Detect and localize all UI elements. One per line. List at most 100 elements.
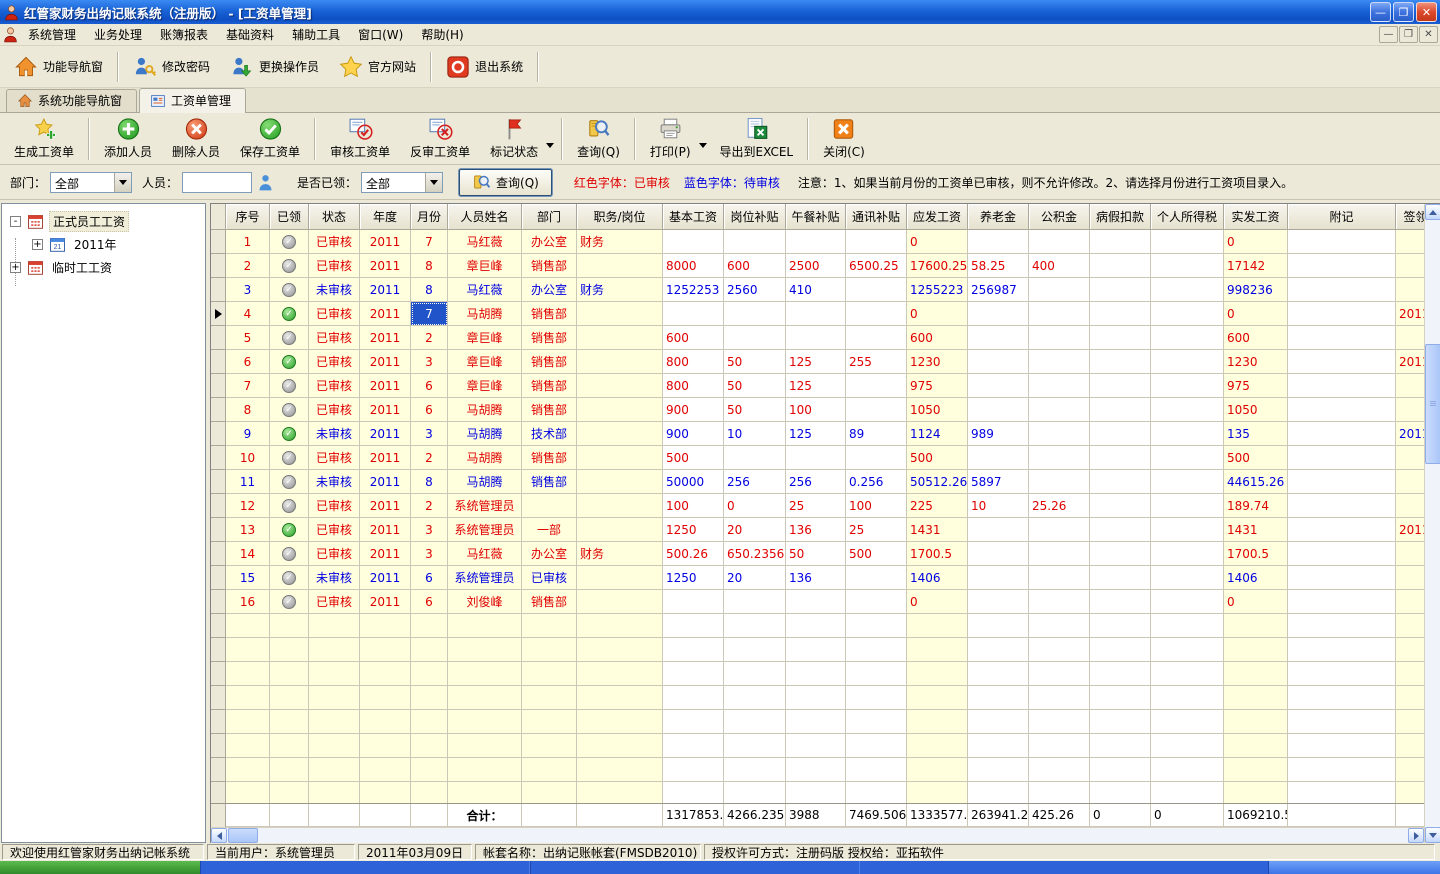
cell-post[interactable]: 50 [724, 398, 786, 422]
cell-sick[interactable] [1090, 302, 1151, 326]
cell-month[interactable]: 8 [411, 254, 448, 278]
cell-base[interactable]: 600 [663, 326, 724, 350]
cell-base[interactable]: 800 [663, 374, 724, 398]
tab-payroll[interactable]: 工资单管理 [139, 88, 246, 113]
cell-status[interactable]: 未审核 [309, 278, 360, 302]
cell-month[interactable]: 7 [411, 302, 448, 326]
cell-base[interactable] [663, 302, 724, 326]
cell-base[interactable]: 50000 [663, 470, 724, 494]
cell-fund[interactable] [1029, 518, 1090, 542]
cell-note[interactable] [1288, 326, 1396, 350]
cell-net[interactable]: 189.74 [1224, 494, 1288, 518]
cell-status[interactable]: 已审核 [309, 350, 360, 374]
cell-received[interactable] [270, 590, 309, 614]
cell-pension[interactable]: 5897 [968, 470, 1029, 494]
cell-comm[interactable]: 25 [846, 518, 907, 542]
column-header-fund[interactable]: 公积金 [1029, 204, 1090, 230]
received-select[interactable]: 全部 [361, 172, 443, 193]
cell-year[interactable]: 2011 [360, 230, 411, 254]
cell-comm[interactable] [846, 230, 907, 254]
cell-month[interactable]: 7 [411, 230, 448, 254]
cell-base[interactable]: 100 [663, 494, 724, 518]
tree-node-2[interactable]: +临时工工资 [2, 256, 205, 279]
cell-year[interactable]: 2011 [360, 350, 411, 374]
cell-post[interactable]: 600 [724, 254, 786, 278]
expand-icon[interactable]: + [32, 239, 43, 250]
collapse-icon[interactable]: - [10, 216, 21, 227]
cell-position[interactable] [577, 350, 663, 374]
print-button[interactable]: 打印(P) [640, 115, 701, 163]
cell-lunch[interactable] [786, 326, 846, 350]
cell-position[interactable] [577, 254, 663, 278]
cell-sick[interactable] [1090, 374, 1151, 398]
cell-dept[interactable]: 销售部 [522, 590, 577, 614]
website-button[interactable]: 官方网站 [329, 50, 426, 84]
cell-net[interactable]: 1431 [1224, 518, 1288, 542]
cell-tax[interactable] [1151, 230, 1224, 254]
column-header-tax[interactable]: 个人所得税 [1151, 204, 1224, 230]
unaudit-button[interactable]: 反审工资单 [400, 115, 480, 163]
cell-pension[interactable] [968, 302, 1029, 326]
menu-item-6[interactable]: 帮助(H) [412, 24, 472, 45]
cell-tax[interactable] [1151, 518, 1224, 542]
cell-received[interactable] [270, 374, 309, 398]
cell-year[interactable]: 2011 [360, 422, 411, 446]
cell-name[interactable]: 章巨峰 [448, 254, 522, 278]
cell-seq[interactable]: 16 [226, 590, 270, 614]
cell-month[interactable]: 8 [411, 470, 448, 494]
cell-post[interactable] [724, 590, 786, 614]
menu-item-5[interactable]: 窗口(W) [349, 24, 412, 45]
dept-select[interactable]: 全部 [50, 172, 132, 193]
cell-pension[interactable] [968, 398, 1029, 422]
cell-month[interactable]: 2 [411, 326, 448, 350]
cell-dept[interactable]: 已审核 [522, 566, 577, 590]
cell-base[interactable]: 900 [663, 422, 724, 446]
cell-base[interactable] [663, 230, 724, 254]
cell-sick[interactable] [1090, 518, 1151, 542]
cell-net[interactable]: 0 [1224, 230, 1288, 254]
cell-lunch[interactable]: 125 [786, 350, 846, 374]
cell-sign[interactable] [1396, 494, 1424, 518]
cell-year[interactable]: 2011 [360, 278, 411, 302]
child-close-button[interactable]: ✕ [1419, 26, 1438, 43]
cell-sign[interactable] [1396, 590, 1424, 614]
cell-post[interactable]: 2560 [724, 278, 786, 302]
cell-comm[interactable]: 6500.25 [846, 254, 907, 278]
column-header-net[interactable]: 实发工资 [1224, 204, 1288, 230]
cell-sick[interactable] [1090, 278, 1151, 302]
cell-comm[interactable] [846, 374, 907, 398]
cell-net[interactable]: 500 [1224, 446, 1288, 470]
cell-post[interactable]: 50 [724, 374, 786, 398]
cell-fund[interactable] [1029, 398, 1090, 422]
cell-year[interactable]: 2011 [360, 254, 411, 278]
cell-name[interactable]: 马红薇 [448, 230, 522, 254]
cell-pension[interactable] [968, 590, 1029, 614]
cell-dept[interactable]: 办公室 [522, 542, 577, 566]
cell-base[interactable]: 500 [663, 446, 724, 470]
flag-button[interactable]: 标记状态 [480, 115, 548, 163]
cell-base[interactable]: 1250 [663, 518, 724, 542]
cell-note[interactable] [1288, 278, 1396, 302]
cell-tax[interactable] [1151, 326, 1224, 350]
cell-position[interactable] [577, 590, 663, 614]
cell-month[interactable]: 8 [411, 278, 448, 302]
cell-seq[interactable]: 11 [226, 470, 270, 494]
cell-position[interactable] [577, 326, 663, 350]
cell-status[interactable]: 已审核 [309, 446, 360, 470]
cell-sick[interactable] [1090, 494, 1151, 518]
cell-received[interactable] [270, 326, 309, 350]
column-header-position[interactable]: 职务/岗位 [577, 204, 663, 230]
cell-status[interactable]: 未审核 [309, 566, 360, 590]
cell-sick[interactable] [1090, 230, 1151, 254]
cell-pension[interactable]: 989 [968, 422, 1029, 446]
cell-pension[interactable] [968, 350, 1029, 374]
menu-item-2[interactable]: 账簿报表 [151, 24, 217, 45]
cell-name[interactable]: 系统管理员 [448, 494, 522, 518]
cell-seq[interactable]: 2 [226, 254, 270, 278]
tree-node-1[interactable]: +212011年 [2, 233, 205, 256]
column-header-status[interactable]: 状态 [309, 204, 360, 230]
cell-tax[interactable] [1151, 590, 1224, 614]
cell-position[interactable] [577, 494, 663, 518]
cell-tax[interactable] [1151, 254, 1224, 278]
cell-note[interactable] [1288, 254, 1396, 278]
